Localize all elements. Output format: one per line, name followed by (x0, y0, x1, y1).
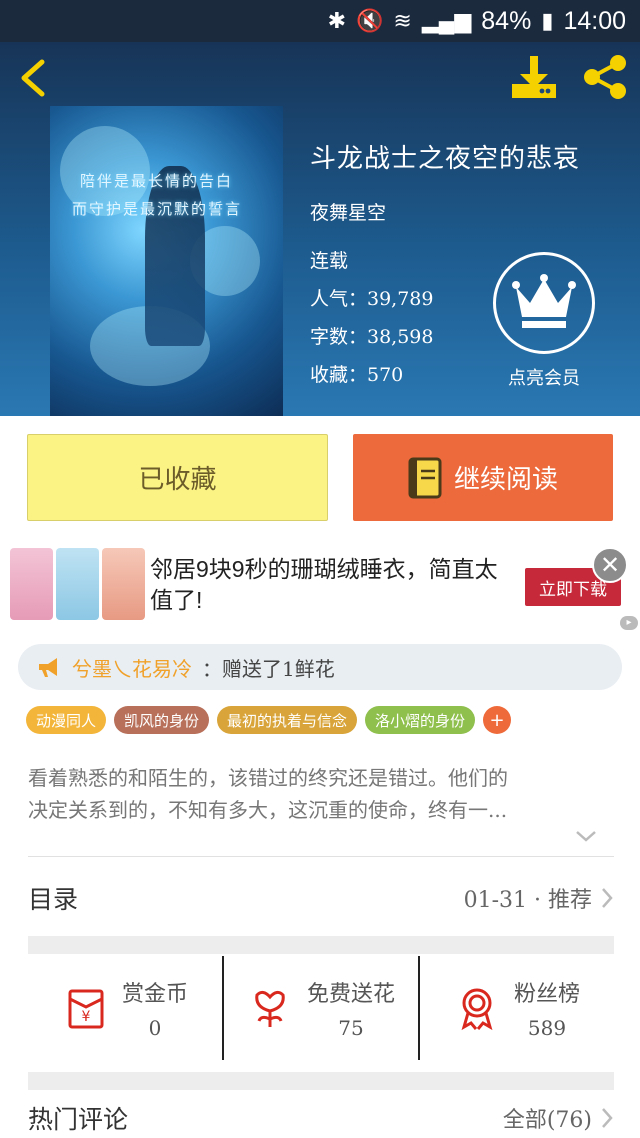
share-icon[interactable] (580, 52, 630, 102)
toc-info: 01-31 · 推荐 (463, 888, 592, 913)
mute-icon: 🔇 (356, 8, 384, 33)
flower-icon (255, 990, 285, 1027)
clock: 14:00 (563, 6, 626, 35)
adchoices-icon[interactable]: ▸ (620, 616, 638, 630)
free-flower-button[interactable]: 免费送花 75 (222, 956, 418, 1060)
download-icon[interactable] (508, 54, 560, 102)
gift-message: ：赠送了1鲜花 (202, 656, 335, 681)
book-icon (408, 457, 442, 498)
book-status: 连载 (310, 250, 349, 272)
ad-banner[interactable]: 邻居9块9秒的珊瑚绒睡衣，简直太值了! 立即下载 (0, 536, 640, 632)
signal-icon: ▂▄▆ (421, 8, 472, 33)
chevron-right-icon (602, 888, 613, 908)
back-icon[interactable] (16, 58, 50, 98)
tag-chip[interactable]: 最初的执着与信念 (217, 706, 358, 734)
section-gap (28, 936, 614, 954)
battery-text: 84% (481, 6, 532, 35)
stat-label: 赏金币 (121, 982, 188, 1007)
all-comments-link[interactable]: 全部(76) (503, 1102, 592, 1134)
divider (28, 856, 614, 857)
megaphone-icon (39, 658, 57, 677)
medal-icon (461, 988, 493, 1031)
section-gap (28, 1072, 614, 1090)
cover-art (145, 166, 205, 346)
book-cover[interactable]: 陪伴是最长情的告白 而守护是最沉默的誓言 (50, 106, 283, 416)
reward-coins-button[interactable]: ¥ 赏金币 0 (28, 956, 222, 1060)
hot-comments-row[interactable]: 热门评论 全部(76) (28, 1098, 614, 1138)
tag-chip[interactable]: 洛小熠的身份 (365, 706, 476, 734)
book-detail-content: 兮墨乀花易冷 ：赠送了1鲜花 动漫同人 凯风的身份 最初的执着与信念 洛小熠的身份 + … (0, 632, 640, 1138)
chevron-right-icon (602, 1108, 613, 1128)
continue-reading-label: 继续阅读 (453, 465, 558, 495)
red-envelope-icon: ¥ (68, 989, 104, 1029)
favorited-label: 已收藏 (138, 465, 217, 495)
book-header: 陪伴是最长情的告白 而守护是最沉默的誓言 斗龙战士之夜空的悲哀 夜舞星空 连载 … (0, 42, 640, 416)
bluetooth-icon: ✱ (327, 8, 346, 33)
tag-list: 动漫同人 凯风的身份 最初的执着与信念 洛小熠的身份 + (26, 706, 512, 734)
svg-text:¥: ¥ (82, 1009, 91, 1025)
status-bar: ✱ 🔇 ≋ ▂▄▆ 84% ▮ 14:00 (0, 0, 640, 42)
stat-value: 589 (527, 1016, 567, 1040)
ad-image[interactable] (10, 548, 145, 620)
gift-notice: 兮墨乀花易冷 ：赠送了1鲜花 (18, 644, 622, 690)
favorited-button[interactable]: 已收藏 (27, 434, 328, 521)
tag-chip[interactable]: 凯风的身份 (114, 706, 210, 734)
book-word-count: 字数：38,598 (310, 326, 434, 348)
battery-icon: ▮ (541, 8, 554, 33)
ad-text[interactable]: 邻居9块9秒的珊瑚绒睡衣，简直太值了! (150, 554, 510, 616)
stats-bar: ¥ 赏金币 0 免费送花 75 粉丝榜 589 (28, 956, 614, 1060)
book-title: 斗龙战士之夜空的悲哀 (310, 144, 581, 174)
stat-value: 75 (338, 1016, 364, 1040)
book-description[interactable]: 看着熟悉的和陌生的，该错过的终究还是错过。他们的 决定关系到的，不知有多大，这沉… (28, 762, 614, 826)
tag-chip[interactable]: 动漫同人 (26, 706, 107, 734)
description-line: 决定关系到的，不知有多大，这沉重的使命，终有一... (28, 798, 508, 822)
wifi-icon: ≋ (393, 8, 412, 33)
stat-label: 免费送花 (306, 982, 395, 1007)
close-icon[interactable]: ✕ (592, 547, 628, 583)
continue-reading-button[interactable]: 继续阅读 (353, 434, 613, 521)
gift-sender[interactable]: 兮墨乀花易冷 (72, 653, 192, 682)
stat-label: 粉丝榜 (513, 982, 580, 1007)
crown-icon (512, 274, 576, 328)
hot-comments-label: 热门评论 (28, 1105, 129, 1134)
toc-row[interactable]: 目录 01-31 · 推荐 (28, 876, 614, 920)
stat-value: 0 (148, 1016, 162, 1040)
book-popularity: 人气：39,789 (310, 288, 434, 310)
toc-label: 目录 (28, 885, 79, 914)
fan-ranking-button[interactable]: 粉丝榜 589 (418, 956, 614, 1060)
action-bar: 已收藏 继续阅读 (0, 416, 640, 536)
vip-button[interactable] (493, 252, 595, 354)
add-tag-icon[interactable]: + (483, 706, 512, 734)
cover-caption: 而守护是最沉默的誓言 (72, 200, 243, 218)
book-favorites: 收藏：570 (310, 364, 404, 386)
chevron-down-icon[interactable] (574, 828, 598, 844)
cover-caption: 陪伴是最长情的告白 (80, 172, 234, 190)
description-line: 看着熟悉的和陌生的，该错过的终究还是错过。他们的 (28, 766, 508, 790)
vip-label[interactable]: 点亮会员 (490, 364, 598, 390)
book-author[interactable]: 夜舞星空 (310, 198, 386, 225)
